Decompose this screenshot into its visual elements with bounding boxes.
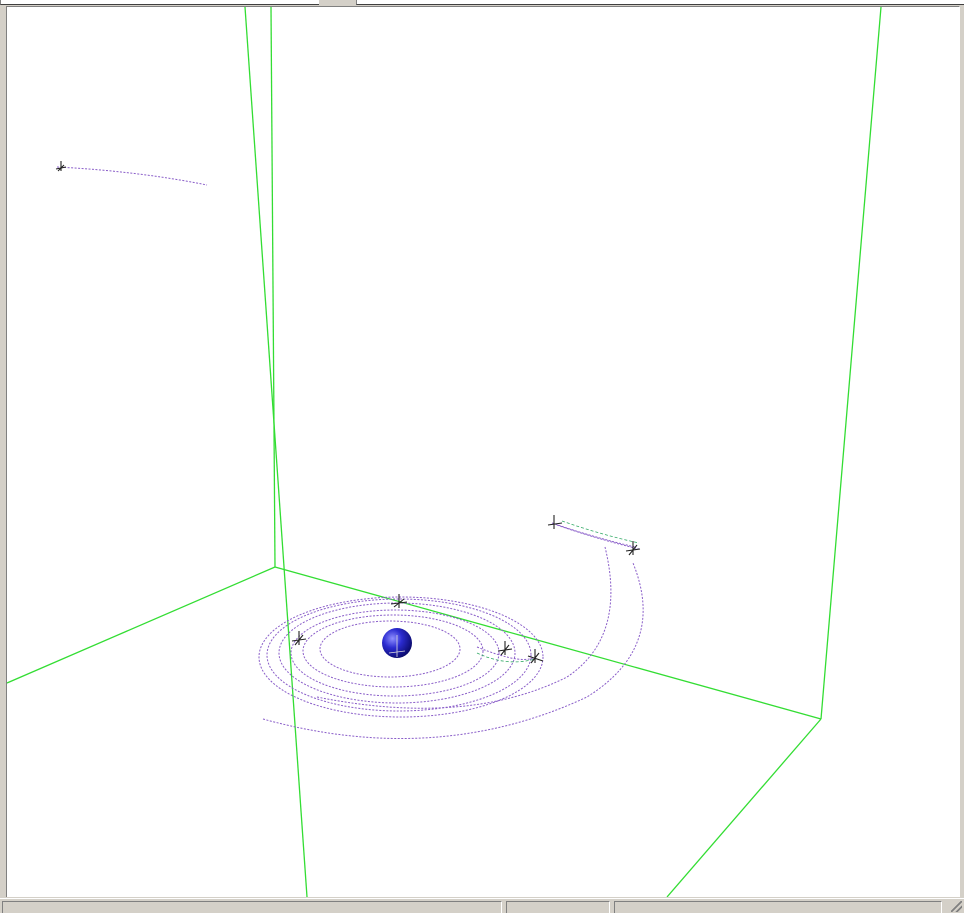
box-edge-back-left [270, 7, 276, 568]
crosshair-marker-icon[interactable] [291, 631, 307, 646]
secondary-paths [476, 520, 640, 663]
trajectory-green[interactable] [561, 520, 640, 544]
trajectories [56, 166, 644, 740]
trajectory-transfer[interactable] [551, 522, 636, 548]
box-edge-front-left [244, 7, 308, 897]
toolbar-field-right[interactable] [356, 0, 964, 5]
resize-grip-icon[interactable] [951, 901, 962, 912]
3d-viewport[interactable] [6, 6, 960, 897]
trajectory-green-inner[interactable] [476, 652, 536, 663]
box-edge-right [820, 7, 882, 720]
crosshair-marker-icon[interactable] [497, 641, 513, 656]
trajectory-upper[interactable] [56, 166, 208, 186]
crosshair-marker-icon[interactable] [390, 594, 408, 608]
bounding-box [7, 7, 882, 897]
crosshair-marker-icon[interactable] [625, 541, 641, 556]
box-edge-floor-back [274, 566, 822, 720]
toolbar-field-left[interactable] [0, 0, 319, 5]
scene-canvas[interactable] [7, 7, 959, 897]
status-pane-right [614, 901, 942, 913]
trajectory-mid-spiral[interactable] [316, 546, 612, 709]
box-edge-floor-right [666, 718, 822, 897]
planet-sphere-icon[interactable] [382, 628, 412, 658]
status-bar [0, 898, 964, 913]
status-pane-main [2, 901, 502, 913]
crosshair-marker-icon[interactable] [55, 161, 67, 172]
crosshair-marker-icon[interactable] [547, 515, 563, 529]
trajectory-inner-arc[interactable] [476, 646, 538, 660]
box-edge-floor-left [7, 566, 276, 684]
status-pane-middle [506, 901, 610, 913]
